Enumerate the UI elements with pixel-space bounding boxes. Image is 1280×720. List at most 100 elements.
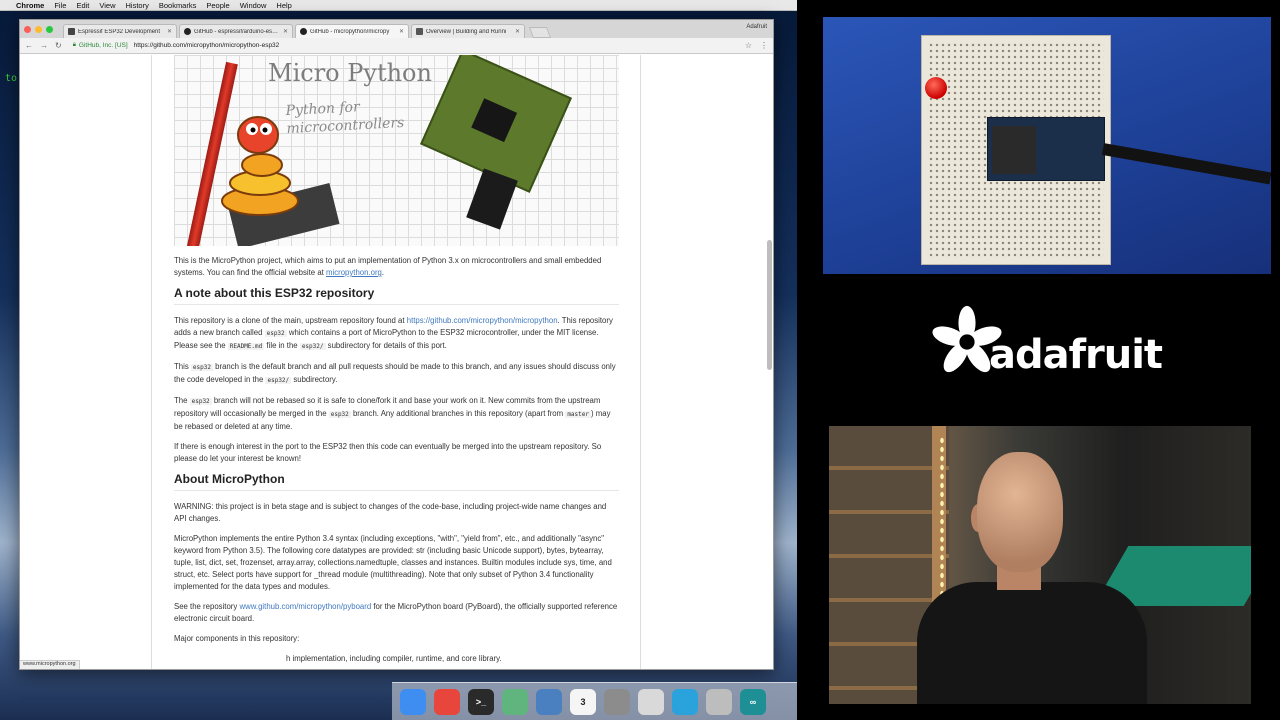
code-esp32: esp32 [328, 411, 351, 418]
text: The [174, 396, 190, 405]
profile-name[interactable]: Adafruit [746, 24, 767, 30]
browser-toolbar: ← → ↻ 🔒︎ GitHub, Inc. [US] https://githu… [20, 38, 773, 54]
code-esp32: esp32 [264, 330, 287, 337]
micropython-org-link[interactable]: micropython.org [326, 268, 382, 277]
tab-espressif[interactable]: Espressif ESP32 Development ✕ [63, 24, 177, 38]
esp32-feather-board-image [987, 117, 1105, 181]
code-master: master [565, 411, 591, 418]
paragraph-interest: If there is enough interest in the port … [174, 442, 602, 463]
ev-certificate-label[interactable]: GitHub, Inc. [US] [79, 42, 128, 49]
text: subdirectory for details of this port. [325, 341, 447, 350]
zoom-window-button[interactable] [46, 25, 53, 33]
presenter-shirt-image [917, 582, 1147, 704]
banner-subtitle: Python for microcontrollers [285, 96, 405, 138]
mac-menu-bar: Chrome File Edit View History Bookmarks … [0, 0, 797, 11]
menu-window[interactable]: Window [240, 1, 267, 10]
paragraph-clone: This repository is a clone of the main, … [174, 315, 619, 353]
close-tab-icon[interactable]: ✕ [283, 28, 288, 35]
menu-chrome[interactable]: Chrome [16, 1, 44, 10]
menu-history[interactable]: History [126, 1, 149, 10]
tab-bar: Espressif ESP32 Development ✕ GitHub - e… [20, 20, 773, 38]
paragraph-rebase: The esp32 branch will not be rebased so … [174, 395, 619, 433]
espressif-favicon-icon [68, 28, 75, 35]
text: file in the [264, 341, 300, 350]
intro-end: . [381, 268, 385, 277]
list-item-partial: h implementation, including compiler, ru… [286, 654, 502, 663]
menu-edit[interactable]: Edit [76, 1, 89, 10]
back-arrow-icon[interactable]: ← [25, 41, 33, 50]
code-esp32-dir: esp32/ [265, 377, 292, 384]
minimize-window-button[interactable] [35, 25, 42, 33]
github-favicon-icon [184, 28, 191, 35]
paragraph-syntax: MicroPython implements the entire Python… [174, 534, 612, 591]
github-favicon-icon [300, 28, 307, 35]
calendar-icon[interactable]: 3 [570, 688, 596, 715]
menu-help[interactable]: Help [276, 1, 291, 10]
adafruit-favicon-icon [416, 28, 423, 35]
menu-bookmarks[interactable]: Bookmarks [159, 1, 197, 10]
close-window-button[interactable] [24, 25, 31, 33]
close-tab-icon[interactable]: ✕ [167, 28, 172, 35]
paragraph-major-components: Major components in this repository: [174, 634, 300, 643]
system-preferences-icon[interactable] [604, 688, 630, 715]
network-icon[interactable] [536, 688, 562, 715]
readme-content: This is the MicroPython project, which a… [174, 255, 619, 669]
banner-subtitle-line1: Python for [285, 99, 361, 120]
sd-card-illustration [466, 168, 518, 230]
reload-icon[interactable]: ↻ [55, 41, 62, 50]
banner-title: Micro Python [268, 59, 432, 87]
menu-file[interactable]: File [54, 1, 66, 10]
arduino-icon[interactable]: ∞ [740, 688, 766, 715]
code-readme: README.md [227, 343, 265, 350]
text: branch. Any additional branches in this … [350, 409, 566, 418]
intro-paragraph: This is the MicroPython project, which a… [174, 255, 619, 279]
tab-label: Overview | Building and Runni [426, 28, 507, 35]
pyboard-repo-link[interactable]: www.github.com/micropython/pyboard [239, 602, 371, 611]
chrome-window: Espressif ESP32 Development ✕ GitHub - e… [19, 19, 774, 670]
address-bar[interactable]: 🔒︎ GitHub, Inc. [US] https://github.com/… [73, 40, 739, 51]
chrome-menu-icon[interactable]: ⋮ [760, 41, 768, 50]
text: This repository is a clone of the main, … [174, 316, 407, 325]
banner-subtitle-line2: microcontrollers [286, 114, 405, 138]
tab-label: Espressif ESP32 Development [78, 28, 161, 35]
lock-icon[interactable]: 🔒︎ [73, 42, 76, 49]
adafruit-wordmark: adafruit [989, 332, 1163, 378]
close-tab-icon[interactable]: ✕ [399, 28, 404, 35]
upstream-repo-link[interactable]: https://github.com/micropython/micropyth… [407, 316, 558, 325]
menu-view[interactable]: View [99, 1, 115, 10]
menu-people[interactable]: People [206, 1, 229, 10]
new-tab-button[interactable] [528, 27, 552, 38]
text: This [174, 362, 191, 371]
status-bar-url: www.micropython.org [20, 660, 80, 669]
close-tab-icon[interactable]: ✕ [515, 28, 520, 35]
paragraph-default-branch: This esp32 branch is the default branch … [174, 361, 619, 387]
terminal-window-peek: to [5, 73, 18, 84]
adafruit-logo: adafruit [823, 290, 1271, 410]
intro-text: This is the MicroPython project, which a… [174, 256, 602, 277]
text: See the repository [174, 602, 240, 611]
paragraph-pyboard: See the repository www.github.com/microp… [174, 601, 619, 625]
bookmark-star-icon[interactable]: ☆ [745, 41, 752, 50]
red-led-image [925, 77, 947, 99]
finder-icon[interactable] [400, 688, 426, 715]
calculator-icon[interactable] [638, 688, 664, 715]
page-viewport: Micro Python Python for microcontrollers… [20, 55, 773, 669]
page-scrollbar[interactable] [767, 240, 772, 370]
tab-label: GitHub - micropython/micropy [310, 28, 390, 35]
mac-dock: >_ 3 ∞ [392, 682, 797, 720]
code-esp32-dir: esp32/ [299, 343, 326, 350]
chrome-icon[interactable] [434, 688, 460, 715]
overhead-camera-feed [823, 17, 1271, 274]
atom-icon[interactable] [502, 688, 528, 715]
url-text[interactable]: https://github.com/micropython/micropyth… [134, 42, 280, 49]
skype-icon[interactable] [672, 688, 698, 715]
heading-esp32-note: A note about this ESP32 repository [174, 287, 619, 305]
micropython-banner-image: Micro Python Python for microcontrollers [174, 55, 619, 246]
tab-github-arduino-esp32[interactable]: GitHub - espressif/arduino-esp32 ✕ [179, 24, 293, 38]
disk-utility-icon[interactable] [706, 688, 732, 715]
tab-adafruit-overview[interactable]: Overview | Building and Runni ✕ [411, 24, 525, 38]
forward-arrow-icon[interactable]: → [40, 41, 48, 50]
presenter-camera-feed [829, 426, 1251, 704]
tab-github-micropython[interactable]: GitHub - micropython/micropy ✕ [295, 24, 409, 38]
terminal-icon[interactable]: >_ [468, 688, 494, 715]
